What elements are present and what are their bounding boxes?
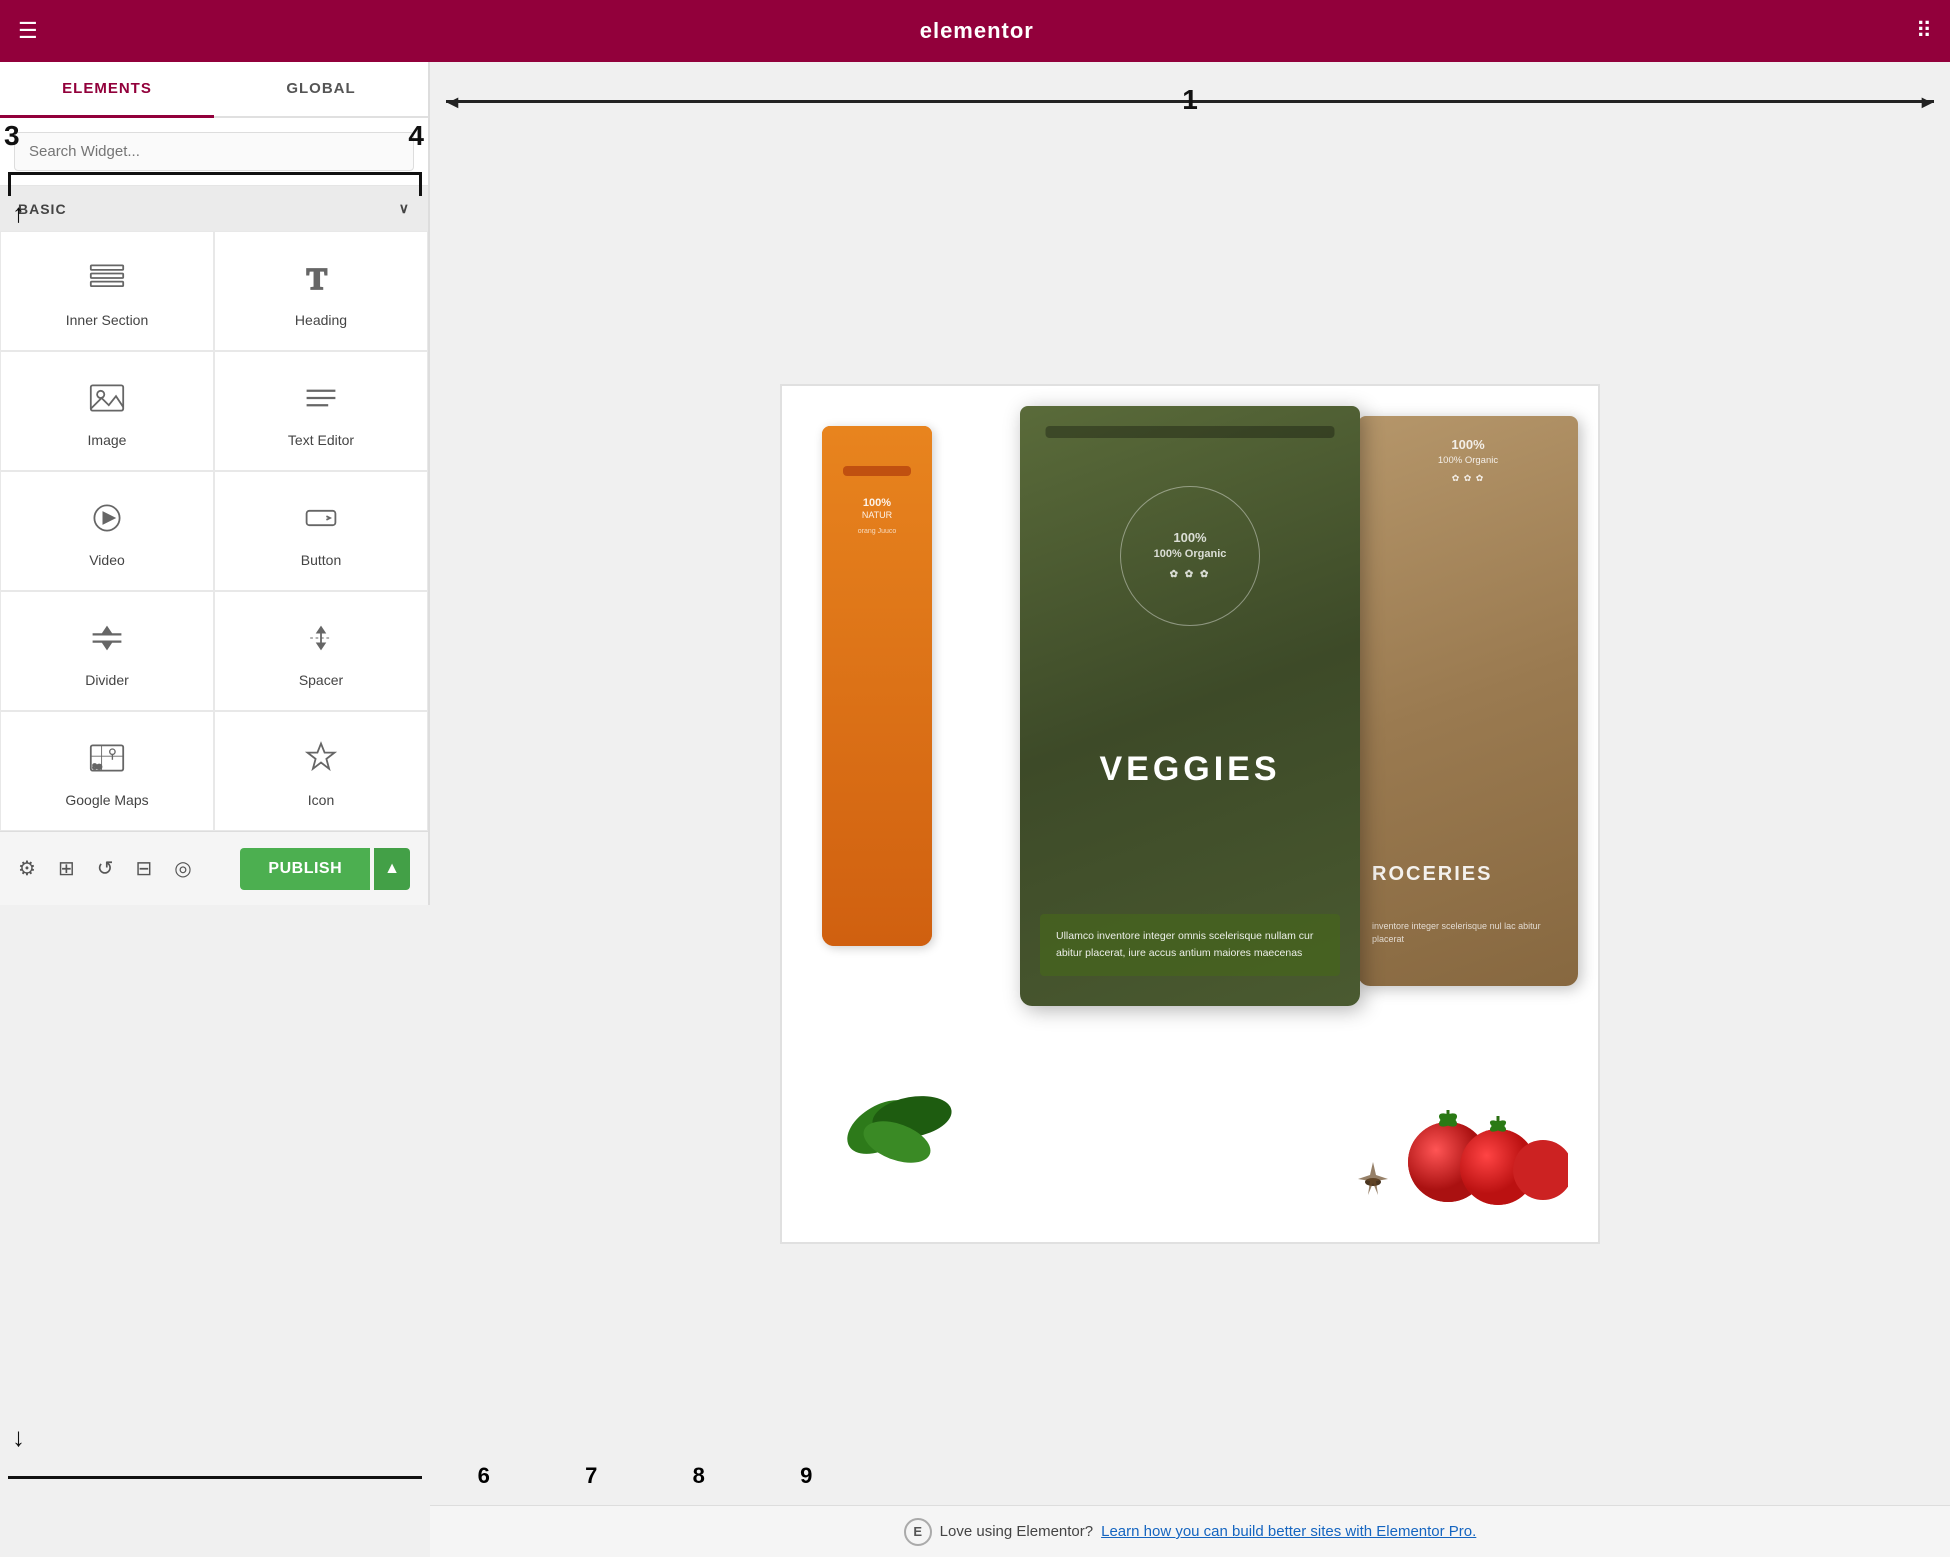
eye-icon[interactable]: ◎ (174, 856, 191, 881)
product-main-title: VEGGIES (1099, 750, 1280, 789)
notification-link[interactable]: Learn how you can build better sites wit… (1101, 1523, 1476, 1540)
spacer-icon (303, 620, 339, 662)
widget-google-maps[interactable]: 8 ⊕ Google Maps (0, 711, 214, 831)
publish-button[interactable]: PUBLISH (240, 848, 370, 890)
leaves-decoration (842, 1067, 972, 1192)
right-bag-description: inventore integer scelerisque nul lac ab… (1372, 920, 1564, 945)
divider-icon (89, 620, 125, 662)
heading-icon: T (303, 260, 339, 302)
search-area (0, 118, 428, 186)
widget-image-label: Image (88, 432, 127, 448)
widget-inner-section[interactable]: Inner Section (0, 231, 214, 351)
icon-icon (303, 740, 339, 782)
grid-icon[interactable]: ⠿ (1916, 18, 1932, 44)
notification-bar: E Love using Elementor? Learn how you ca… (430, 1505, 1950, 1557)
text-editor-icon (303, 380, 339, 422)
widget-button-label: Button (301, 552, 341, 568)
right-badge-organic: 100% Organic (1372, 454, 1564, 467)
app-title: elementor (920, 18, 1034, 44)
badge-percent: 100% (1154, 530, 1227, 547)
widget-spacer-label: Spacer (299, 672, 343, 688)
publish-arrow-button[interactable]: ▲ (374, 848, 410, 890)
widget-google-maps-label: Google Maps (65, 792, 148, 808)
product-scene: 100% NATUR orang Juuco 100% (780, 384, 1600, 1244)
widget-icon[interactable]: Icon (214, 711, 428, 831)
preview-wrapper: ◄ ► 1 100% NATUR orang Juuco (430, 62, 1950, 1557)
hamburger-icon[interactable]: ☰ (18, 18, 38, 44)
inner-section-icon (89, 260, 125, 302)
google-maps-icon: 8 ⊕ (89, 740, 125, 782)
tab-global[interactable]: GLOBAL (214, 62, 428, 116)
widget-text-editor[interactable]: Text Editor (214, 351, 428, 471)
tab-elements[interactable]: ELEMENTS (0, 62, 214, 118)
widget-icon-label: Icon (308, 792, 334, 808)
settings-icon[interactable]: ⚙ (18, 856, 36, 881)
section-header[interactable]: BASIC ∨ (0, 186, 428, 231)
widget-inner-section-label: Inner Section (66, 312, 149, 328)
bag-left: 100% NATUR orang Juuco (822, 426, 932, 946)
bottom-toolbar: ⚙ ⊞ ↺ ⊟ ◎ PUBLISH ▲ (0, 831, 428, 905)
tomatoes-decoration (1388, 1092, 1568, 1212)
image-icon (89, 380, 125, 422)
sidebar: ELEMENTS GLOBAL BASIC ∨ (0, 62, 430, 905)
canvas-content: 100% NATUR orang Juuco 100% (430, 62, 1950, 1505)
main-area: ELEMENTS GLOBAL BASIC ∨ (0, 62, 1950, 1557)
bag-right: 100% 100% Organic ✿ ✿ ✿ ROCERIES invento… (1358, 416, 1578, 986)
widget-button[interactable]: Button (214, 471, 428, 591)
publish-area: PUBLISH ▲ (240, 848, 410, 890)
widget-spacer[interactable]: Spacer (214, 591, 428, 711)
widget-divider-label: Divider (85, 672, 129, 688)
widget-heading[interactable]: T Heading (214, 231, 428, 351)
bottom-icons: ⚙ ⊞ ↺ ⊟ ◎ (18, 856, 192, 881)
chevron-down-icon: ∨ (399, 200, 410, 217)
widget-video[interactable]: Video (0, 471, 214, 591)
annotation-arrow-down: ↓ (12, 1422, 25, 1453)
section-label: BASIC (18, 201, 67, 217)
widget-divider[interactable]: Divider (0, 591, 214, 711)
product-description: Ullamco inventore integer omnis sceleris… (1040, 914, 1340, 976)
right-bag-title: ROCERIES (1372, 863, 1564, 886)
badge-organic: 100% Organic (1154, 547, 1227, 561)
widget-text-editor-label: Text Editor (288, 432, 354, 448)
bracket-bottom (8, 1476, 422, 1479)
sidebar-wrapper: ELEMENTS GLOBAL BASIC ∨ (0, 62, 430, 1557)
widget-image[interactable]: Image (0, 351, 214, 471)
widgets-grid: Inner Section T Heading (0, 231, 428, 831)
search-input[interactable] (14, 132, 414, 171)
notification-text: Love using Elementor? (940, 1523, 1093, 1540)
tabs: ELEMENTS GLOBAL (0, 62, 428, 118)
responsive-icon[interactable]: ⊟ (135, 856, 152, 881)
layers-icon[interactable]: ⊞ (58, 856, 75, 881)
right-badge-percent: 100% (1372, 436, 1564, 454)
video-icon (89, 500, 125, 542)
history-icon[interactable]: ↺ (97, 856, 114, 881)
widget-video-label: Video (89, 552, 125, 568)
svg-text:T: T (307, 262, 327, 296)
elementor-logo-icon: E (904, 1518, 932, 1546)
button-icon (303, 500, 339, 542)
svg-text:⊕: ⊕ (96, 762, 102, 771)
widget-heading-label: Heading (295, 312, 347, 328)
top-bar: ☰ elementor ⠿ (0, 0, 1950, 62)
bag-main: 100% 100% Organic ✿ ✿ ✿ VEGGIES Ullamco … (1020, 406, 1360, 1006)
